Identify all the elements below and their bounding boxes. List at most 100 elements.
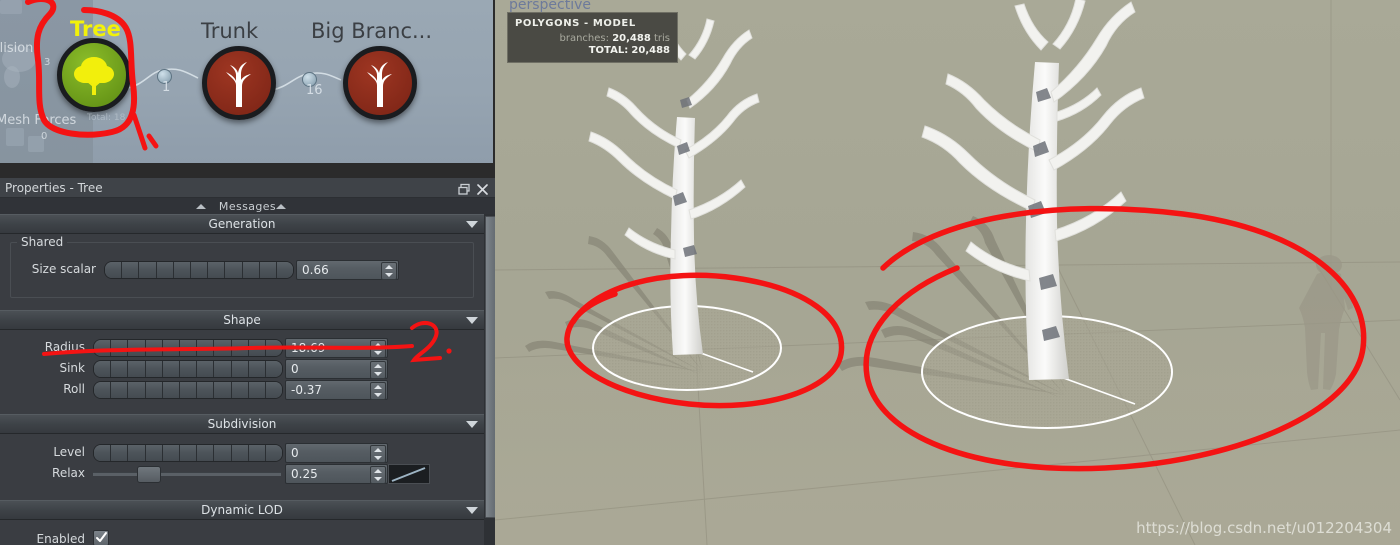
graph-node-total-tree: Total: 18 — [87, 113, 126, 123]
mesh-forces-node-ghost — [6, 128, 24, 146]
connector-count-2: 16 — [306, 83, 323, 98]
property-row-radius: Radius 18.69 — [0, 337, 484, 358]
property-label-radius: Radius — [44, 340, 85, 354]
stats-row-total: TOTAL: 20,488 — [515, 45, 670, 56]
chevron-down-icon[interactable] — [466, 421, 478, 428]
graph-node-label-tree: Tree — [70, 17, 121, 41]
radius-slider[interactable] — [93, 339, 283, 357]
properties-title-text: Properties - Tree — [5, 181, 103, 195]
relax-field[interactable]: 0.25 — [285, 464, 388, 484]
property-label-enabled: Enabled — [36, 532, 86, 545]
level-field[interactable]: 0 — [285, 443, 388, 463]
size-scalar-field[interactable]: 0.66 — [296, 260, 399, 280]
curve-ramp-swatch[interactable] — [388, 464, 430, 484]
stats-value-branches: 20,488 — [612, 33, 651, 44]
shape-rows: Radius 18.69 Sink 0 Roll -0.37 — [0, 330, 484, 400]
undock-icon[interactable] — [458, 181, 471, 195]
property-label-roll: Roll — [63, 382, 85, 396]
3d-viewport[interactable]: perspective POLYGONS - MODEL branches: 2… — [495, 0, 1400, 545]
messages-label: Messages — [218, 200, 277, 213]
chevron-down-icon[interactable] — [466, 317, 478, 324]
radius-value: 18.69 — [291, 341, 326, 355]
property-row-sink: Sink 0 — [0, 358, 484, 379]
section-title-generation: Generation — [208, 217, 276, 231]
size-scalar-stepper[interactable] — [381, 262, 397, 280]
roll-value: -0.37 — [291, 383, 323, 397]
stats-label-total: TOTAL: — [588, 45, 629, 56]
human-scale-reference — [1299, 255, 1353, 390]
section-header-subdivision[interactable]: Subdivision — [0, 414, 484, 434]
property-row-enabled: Enabled — [0, 529, 484, 545]
property-label-level: Level — [53, 445, 85, 459]
relax-slider[interactable] — [93, 465, 281, 483]
property-row-roll: Roll -0.37 — [0, 379, 484, 400]
annotation-ellipses — [564, 205, 1367, 472]
stats-row-branches: branches: 20,488 tris — [515, 33, 671, 44]
radius-stepper[interactable] — [370, 340, 386, 358]
viewport-scene — [495, 0, 1400, 545]
section-title-shape: Shape — [223, 313, 261, 327]
relax-stepper[interactable] — [370, 466, 386, 484]
radius-field[interactable]: 18.69 — [285, 338, 388, 358]
node-count-mesh-forces: 0 — [41, 131, 48, 142]
size-scalar-slider[interactable] — [104, 261, 294, 279]
graph-node-tree[interactable] — [57, 38, 131, 112]
node-count-collision: 3 — [44, 57, 51, 68]
group-caption-shared: Shared — [17, 235, 68, 249]
graph-node-trunk[interactable] — [202, 46, 276, 120]
collision-node-ghost-2 — [4, 66, 20, 88]
roll-stepper[interactable] — [370, 382, 386, 400]
sink-stepper[interactable] — [370, 361, 386, 379]
stats-unit-branches: tris — [653, 33, 670, 44]
stats-label-branches: branches: — [559, 33, 610, 44]
group-shared: Shared Size scalar 0.66 — [10, 235, 474, 298]
enabled-checkbox[interactable] — [93, 530, 109, 545]
level-slider[interactable] — [93, 444, 283, 462]
left-panel-column: llision 3 Mesh Forces 0 Tree Total: 18 T… — [0, 0, 495, 545]
node-graph-canvas[interactable]: llision 3 Mesh Forces 0 Tree Total: 18 T… — [0, 0, 493, 163]
tree-icon — [74, 57, 114, 95]
subdivision-rows: Level 0 Relax 0.25 — [0, 434, 484, 484]
section-header-generation[interactable]: Generation — [0, 214, 484, 234]
roll-slider[interactable] — [93, 381, 283, 399]
branch-icon — [226, 62, 251, 107]
property-row-level: Level 0 — [0, 442, 484, 463]
viewport-left-strip — [495, 0, 504, 545]
property-label-size-scalar: Size scalar — [31, 262, 96, 276]
connector-count-1: 1 — [162, 80, 171, 95]
properties-body: Generation Shared Size scalar 0.66 Shape… — [0, 214, 484, 545]
messages-triangle-right-icon — [276, 204, 286, 209]
relax-slider-track — [93, 472, 281, 476]
property-label-sink: Sink — [59, 361, 85, 375]
dynamic-lod-rows: Enabled — [0, 520, 484, 545]
roll-field[interactable]: -0.37 — [285, 380, 388, 400]
relax-slider-handle[interactable] — [137, 466, 161, 483]
graph-node-label-big-branch: Big Branc... — [311, 19, 433, 43]
branch-icon — [367, 62, 392, 107]
section-header-dynamic-lod[interactable]: Dynamic LOD — [0, 500, 484, 520]
section-title-dynamic-lod: Dynamic LOD — [201, 503, 283, 517]
size-scalar-value: 0.66 — [302, 263, 329, 277]
tree-model-right — [837, 0, 1173, 429]
graph-node-big-branch[interactable] — [343, 46, 417, 120]
stats-value-total: 20,488 — [631, 45, 670, 56]
properties-scrollbar[interactable] — [484, 214, 495, 545]
offscreen-node-ghost — [0, 0, 22, 14]
tree-model-left — [525, 18, 782, 391]
sink-value: 0 — [291, 362, 299, 376]
graph-node-label-trunk: Trunk — [201, 19, 259, 43]
properties-scrollbar-thumb[interactable] — [485, 216, 495, 518]
property-label-relax: Relax — [52, 466, 85, 480]
chevron-down-icon[interactable] — [466, 221, 478, 228]
relax-value: 0.25 — [291, 467, 318, 481]
section-header-shape[interactable]: Shape — [0, 310, 484, 330]
chevron-down-icon[interactable] — [466, 507, 478, 514]
watermark-text: https://blog.csdn.net/u012204304 — [1136, 519, 1392, 537]
level-value: 0 — [291, 446, 299, 460]
sink-slider[interactable] — [93, 360, 283, 378]
property-row-size-scalar: Size scalar 0.66 — [11, 259, 473, 280]
close-icon[interactable] — [476, 181, 489, 195]
node-label-mesh-forces: Mesh Forces — [0, 113, 77, 128]
level-stepper[interactable] — [370, 445, 386, 463]
sink-field[interactable]: 0 — [285, 359, 388, 379]
